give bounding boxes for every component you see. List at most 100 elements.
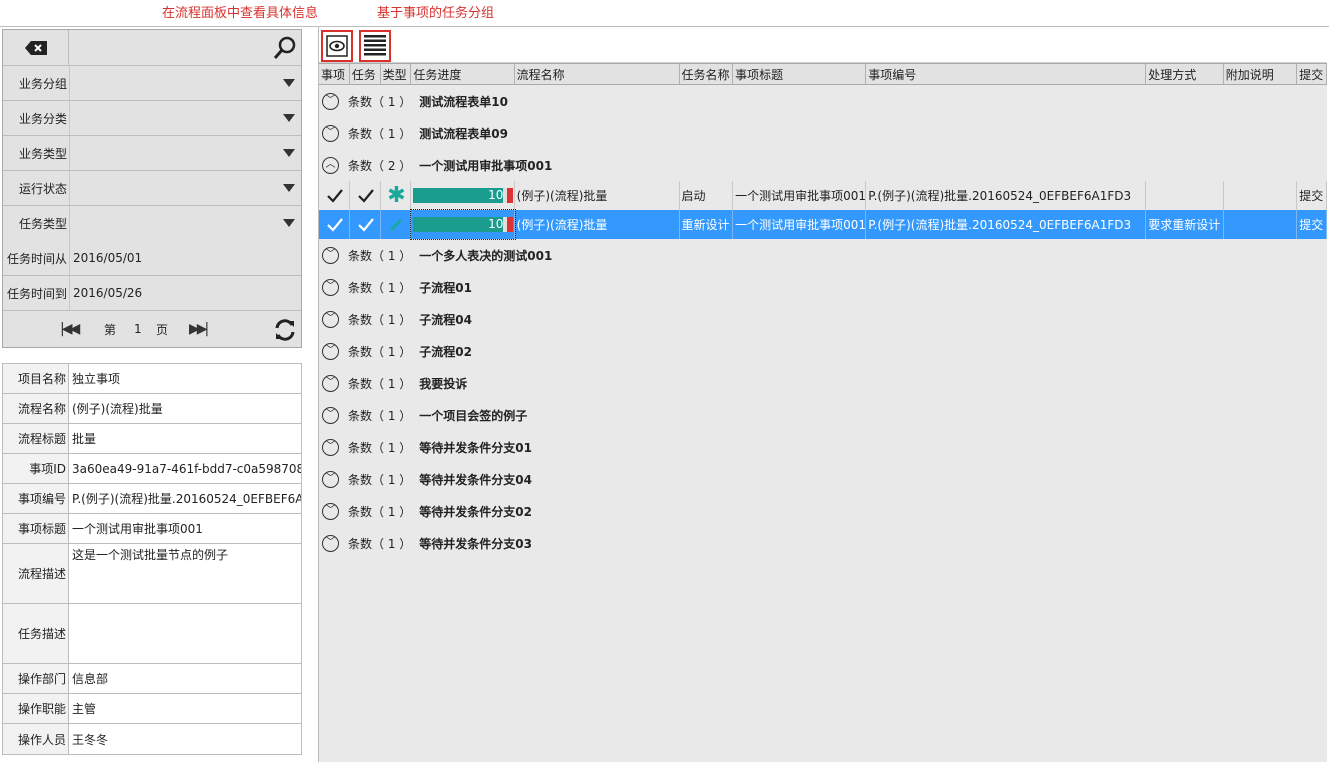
submit-cell: 提交 [1297,210,1327,239]
collapse-icon[interactable]: ︿ [322,156,339,174]
expand-icon[interactable]: ﹀ [322,406,339,424]
filter-select[interactable] [69,136,301,170]
item-check-icon[interactable] [319,210,350,239]
column-header[interactable]: 提交 [1297,64,1327,84]
detail-value: P.(例子)(流程)批量.20160524_0EFBEF6A1FD [72,492,301,506]
detail-label: 流程名称 [3,394,69,423]
note-cell [1224,181,1298,210]
task-check-icon[interactable] [350,181,381,210]
expand-icon[interactable]: ﹀ [322,470,339,488]
column-header[interactable]: 任务名称 [680,64,734,84]
column-header[interactable]: 任务 [350,64,381,84]
filter-select[interactable] [69,206,301,241]
column-header[interactable]: 处理方式 [1146,64,1224,84]
filter-select[interactable] [69,66,301,100]
search-icon[interactable] [273,36,297,60]
dropdown-arrow-icon[interactable] [283,149,295,157]
group-row[interactable]: ﹀ 条数（ 1 ） 等待并发条件分支01 [319,431,1327,463]
dropdown-arrow-icon[interactable] [283,184,295,192]
group-title: 等待并发条件分支04 [419,472,532,487]
filter-row: 运行状态 [3,171,301,206]
table-row[interactable]: ✱ 10 (例子)(流程)批量 启动 一个测试用审批事项001 P.(例子)(流程)批量.… [319,181,1327,210]
main-frame: 业务分组 业务分类 业务类型 运行状态 任务类型 任务时间从 2016/05/01 任务… [0,26,1329,762]
expand-icon[interactable]: ﹀ [322,502,339,520]
group-by-item-button[interactable] [359,30,391,62]
column-header[interactable]: 事项编号 [866,64,1147,84]
last-page-icon[interactable]: ▶▶| [189,321,209,337]
group-count: 条数（ 2 ） [348,158,412,173]
detail-panel: 项目名称 独立事项 流程名称 (例子)(流程)批量 流程标题 批量 事项ID 3a60ea49… [2,363,302,755]
eye-icon [326,35,348,57]
expand-icon[interactable]: ﹀ [322,92,339,110]
clear-filter-button[interactable] [3,30,69,65]
expand-icon[interactable]: ﹀ [322,374,339,392]
filter-label: 任务类型 [18,217,67,231]
detail-label: 事项ID [3,454,69,483]
pager: |◀◀ 第 1 页 ▶▶| [3,311,301,347]
column-header[interactable]: 事项标题 [733,64,867,84]
expand-icon[interactable]: ﹀ [322,310,339,328]
detail-row: 操作人员 王冬冬 [3,724,301,754]
group-row[interactable]: ﹀ 条数（ 1 ） 测试流程表单09 [319,117,1327,149]
group-row[interactable]: ﹀ 条数（ 1 ） 等待并发条件分支03 [319,527,1327,559]
detail-row: 流程名称 (例子)(流程)批量 [3,394,301,424]
expand-icon[interactable]: ﹀ [322,438,339,456]
expand-icon[interactable]: ﹀ [322,534,339,552]
group-row[interactable]: ﹀ 条数（ 1 ） 一个项目会签的例子 [319,399,1327,431]
expand-icon[interactable]: ﹀ [322,278,339,296]
page-number[interactable]: 1 [134,322,142,336]
expand-icon[interactable]: ﹀ [322,342,339,360]
group-row[interactable]: ﹀ 条数（ 1 ） 等待并发条件分支04 [319,463,1327,495]
detail-label: 操作部门 [3,664,69,693]
item-check-icon[interactable] [319,181,350,210]
progress-label: 10 [488,217,504,231]
detail-value [69,604,301,663]
dropdown-arrow-icon[interactable] [283,114,295,122]
detail-row: 事项ID 3a60ea49-91a7-461f-bdd7-c0a5987080a [3,454,301,484]
group-row[interactable]: ︿ 条数（ 2 ） 一个测试用审批事项001 [319,149,1327,181]
detail-row: 任务描述 [3,604,301,664]
group-row[interactable]: ﹀ 条数（ 1 ） 测试流程表单10 [319,85,1327,117]
date-from-input[interactable]: 2016/05/01 [69,241,301,275]
submit-cell: 提交 [1297,181,1327,210]
date-to-row: 任务时间到 2016/05/26 [3,276,301,311]
group-row[interactable]: ﹀ 条数（ 1 ） 一个多人表决的测试001 [319,239,1327,271]
detail-row: 流程描述 这是一个测试批量节点的例子 [3,544,301,604]
detail-row: 事项标题 一个测试用审批事项001 [3,514,301,544]
column-header[interactable]: 类型 [381,64,412,84]
refresh-icon[interactable] [273,318,297,342]
filter-row: 任务类型 [3,206,301,241]
progress-bar: 10 [413,217,514,232]
column-header[interactable]: 任务进度 [411,64,515,84]
annotation-group-by: 基于事项的任务分组 [377,6,495,21]
column-header[interactable]: 流程名称 [515,64,680,84]
table-row[interactable]: 10 (例子)(流程)批量 重新设计 一个测试用审批事项001 P.(例子)(流程)批量… [319,209,1327,240]
dropdown-arrow-icon[interactable] [283,219,295,227]
progress-cell: 10 [411,181,515,210]
search-input[interactable] [69,30,301,65]
annotation-view-panel: 在流程面板中查看具体信息 [162,6,319,21]
column-header[interactable]: 附加说明 [1224,64,1298,84]
group-title: 测试流程表单10 [419,94,508,109]
group-row[interactable]: ﹀ 条数（ 1 ） 子流程02 [319,335,1327,367]
progress-bar: 10 [413,188,514,203]
expand-icon[interactable]: ﹀ [322,246,339,264]
date-to-input[interactable]: 2016/05/26 [69,276,301,310]
expand-icon[interactable]: ﹀ [322,124,339,142]
group-row[interactable]: ﹀ 条数（ 1 ） 子流程01 [319,271,1327,303]
group-row[interactable]: ﹀ 条数（ 1 ） 子流程04 [319,303,1327,335]
dropdown-arrow-icon[interactable] [283,79,295,87]
group-title: 测试流程表单09 [419,126,508,141]
detail-row: 操作职能 主管 [3,694,301,724]
filter-select[interactable] [69,101,301,135]
column-header[interactable]: 事项 [319,64,350,84]
group-row[interactable]: ﹀ 条数（ 1 ） 我要投诉 [319,367,1327,399]
detail-value: 王冬冬 [72,732,109,747]
view-in-panel-button[interactable] [321,30,353,62]
group-row[interactable]: ﹀ 条数（ 1 ） 等待并发条件分支02 [319,495,1327,527]
toolbar [319,27,1327,63]
first-page-icon[interactable]: |◀◀ [60,321,80,337]
task-check-icon[interactable] [350,210,381,239]
detail-value: 3a60ea49-91a7-461f-bdd7-c0a5987080a [72,461,301,476]
filter-select[interactable] [69,171,301,205]
